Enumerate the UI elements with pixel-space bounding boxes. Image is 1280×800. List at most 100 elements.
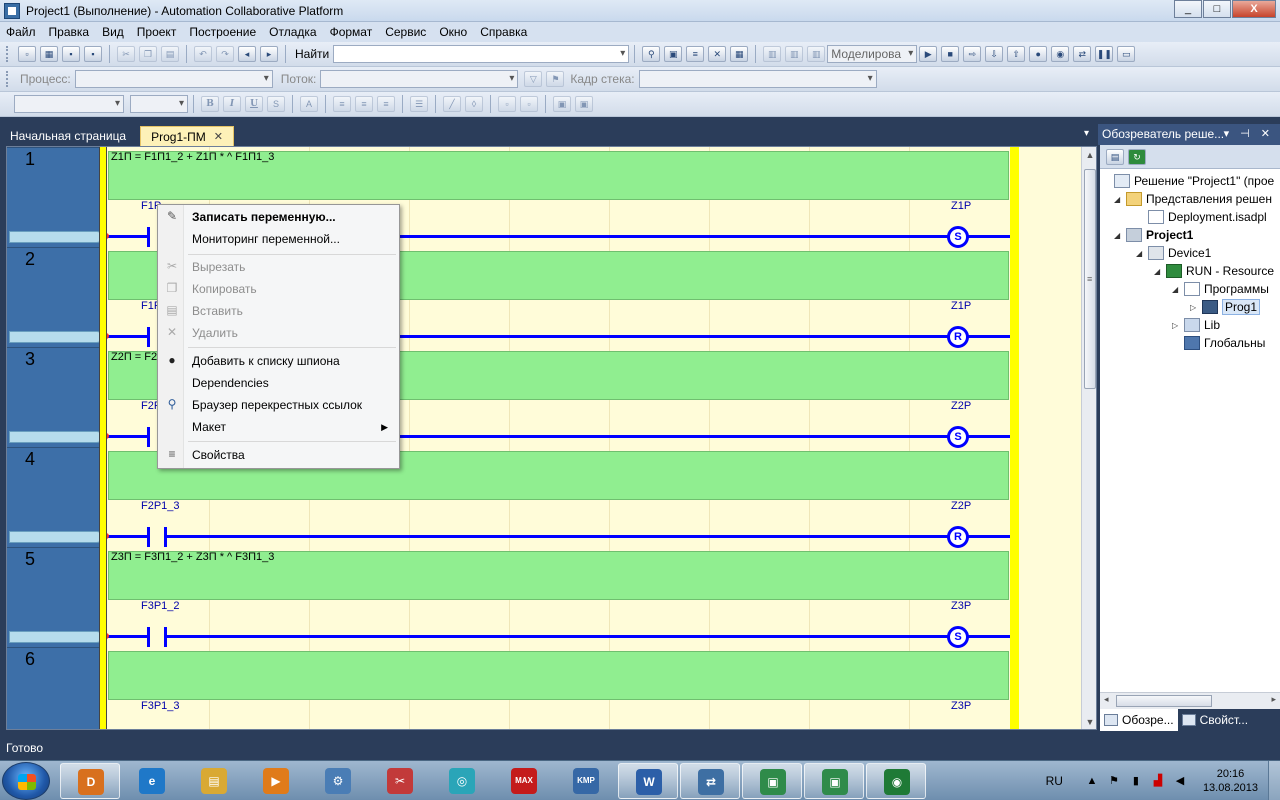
save-icon[interactable]: ▪ (62, 46, 80, 62)
copy-icon[interactable]: ❐ (139, 46, 157, 62)
coil-variable[interactable]: Z3P (951, 700, 971, 712)
close-button[interactable]: X (1232, 0, 1276, 18)
tree-horizontal-scrollbar[interactable]: ◂ ▸ (1100, 692, 1280, 709)
stop-icon[interactable]: ■ (941, 46, 960, 62)
bold-icon[interactable]: B (201, 96, 219, 112)
taskbar-app-button[interactable]: D (60, 763, 120, 799)
menu-window[interactable]: Окно (439, 25, 467, 39)
menu-tools[interactable]: Сервис (385, 25, 426, 39)
pause-icon[interactable]: ❚❚ (1095, 46, 1114, 62)
ladder-network[interactable]: 6 F3P1_3 Z3P (7, 647, 1077, 729)
coil-variable[interactable]: Z1P (951, 200, 971, 212)
find-in-files-icon[interactable]: ⚲ (642, 46, 661, 62)
menu-item-write-variable[interactable]: ✎ Записать переменную... (160, 206, 398, 228)
coil-variable[interactable]: Z2P (951, 500, 971, 512)
taskbar-app-button[interactable]: W (618, 763, 678, 799)
network-handle[interactable] (9, 331, 103, 343)
run-icon[interactable]: ▶ (919, 46, 938, 62)
coil-variable[interactable]: Z2P (951, 400, 971, 412)
process-combo[interactable] (74, 70, 273, 88)
panel-controls[interactable]: ▾ ⊣ ✕ (1224, 124, 1274, 145)
taskbar-app-button[interactable]: ◎ (432, 763, 492, 799)
reset-coil[interactable]: R (947, 526, 969, 548)
menu-edit[interactable]: Правка (49, 25, 90, 39)
network-handle[interactable] (9, 231, 103, 243)
stack-frame-combo[interactable] (638, 70, 877, 88)
contact-variable[interactable]: F3P1_2 (141, 600, 180, 612)
contact-element[interactable] (147, 527, 167, 547)
paste-icon[interactable]: ▤ (161, 46, 179, 62)
contact-variable[interactable]: F2P1_3 (141, 500, 180, 512)
menu-item-layout[interactable]: Макет ▶ (160, 416, 398, 438)
network-handle[interactable] (9, 531, 103, 543)
shape-tool-icon[interactable]: ◊ (465, 96, 483, 112)
align-left-icon[interactable]: ≡ (333, 96, 351, 112)
menu-format[interactable]: Формат (330, 25, 373, 39)
menu-item-delete[interactable]: ✕ Удалить (160, 322, 398, 344)
tree-node-solution[interactable]: Решение "Project1" (прое (1102, 172, 1274, 190)
tree-node-solution-views[interactable]: ◢ Представления решен (1114, 190, 1272, 208)
contact-variable[interactable]: F3P1_3 (141, 700, 180, 712)
window-layout-icon[interactable]: ▦ (730, 46, 749, 62)
reset-icon[interactable]: ▭ (1117, 46, 1136, 62)
tab-solution-explorer[interactable]: Обозре... (1100, 709, 1178, 731)
tab-start-page[interactable]: Начальная страница (0, 126, 136, 146)
taskbar-app-button[interactable]: ▶ (246, 763, 306, 799)
tree-node-globals[interactable]: Глобальны (1172, 334, 1265, 352)
align-right-icon[interactable]: ≡ (377, 96, 395, 112)
scroll-left-icon[interactable]: ◂ (1104, 694, 1109, 705)
scroll-thumb[interactable]: ≡ (1084, 169, 1096, 389)
bring-front-icon[interactable]: ▣ (553, 96, 571, 112)
scroll-thumb[interactable] (1116, 695, 1212, 707)
flag-icon[interactable]: ⚑ (1107, 774, 1121, 788)
filter-icon[interactable]: ▽ (524, 71, 543, 87)
menu-item-properties[interactable]: ≡ Свойства (160, 444, 398, 466)
refresh-icon[interactable]: ↻ (1128, 148, 1146, 165)
properties-icon[interactable]: ▤ (1106, 148, 1124, 165)
save-all-icon[interactable]: ▪ (84, 46, 102, 62)
taskbar-app-button[interactable]: ⇄ (680, 763, 740, 799)
scroll-right-icon[interactable]: ▸ (1271, 694, 1276, 705)
network-icon[interactable]: ▟ (1151, 774, 1165, 788)
properties-window-icon[interactable]: ≡ (686, 46, 705, 62)
send-back-icon[interactable]: ▣ (575, 96, 593, 112)
watch-icon[interactable]: ◉ (1051, 46, 1070, 62)
taskbar-app-button[interactable]: ▣ (804, 763, 864, 799)
menu-help[interactable]: Справка (480, 25, 527, 39)
cut-icon[interactable]: ✂ (117, 46, 135, 62)
step-out-icon[interactable]: ⇧ (1007, 46, 1026, 62)
flag-icon[interactable]: ⚑ (546, 71, 565, 87)
network-handle[interactable] (9, 431, 103, 443)
menu-item-monitor-variable[interactable]: Мониторинг переменной... (160, 228, 398, 250)
find-combo[interactable] (333, 45, 630, 63)
add-item-icon[interactable]: ▦ (40, 46, 58, 62)
italic-icon[interactable]: I (223, 96, 241, 112)
line-tool-icon[interactable]: ╱ (443, 96, 461, 112)
taskbar-app-button[interactable]: ⚙ (308, 763, 368, 799)
navigate-back-icon[interactable]: ◂ (238, 46, 256, 62)
start-button[interactable] (2, 762, 50, 800)
align-objects-icon[interactable]: ▫ (498, 96, 516, 112)
tray-expand-icon[interactable]: ▲ (1085, 774, 1099, 788)
tree-node-lib[interactable]: ▷ Lib (1172, 316, 1220, 334)
menu-item-add-to-watch[interactable]: ● Добавить к списку шпиона (160, 350, 398, 372)
set-coil[interactable]: S (947, 426, 969, 448)
scroll-up-icon[interactable]: ▲ (1082, 147, 1096, 164)
tab-properties[interactable]: Свойст... (1178, 709, 1252, 731)
menu-file[interactable]: Файл (6, 25, 36, 39)
online-icon[interactable]: ⇄ (1073, 46, 1092, 62)
taskbar-app-button[interactable]: e (122, 763, 182, 799)
breakpoint-icon[interactable]: ● (1029, 46, 1048, 62)
navigate-forward-icon[interactable]: ▸ (260, 46, 278, 62)
taskbar-app-button[interactable]: ▤ (184, 763, 244, 799)
simulation-combo[interactable]: Моделирова (827, 45, 918, 63)
deploy-icon[interactable]: ▥ (807, 46, 826, 62)
underline-icon[interactable]: U (245, 96, 263, 112)
taskbar-app-button[interactable]: ✂ (370, 763, 430, 799)
taskbar-app-button[interactable]: ◉ (866, 763, 926, 799)
step-into-icon[interactable]: ⇩ (985, 46, 1004, 62)
taskbar-app-button[interactable]: KMP (556, 763, 616, 799)
tab-prog1[interactable]: Prog1-ПМ ✕ (140, 126, 234, 146)
tree-node-prog1[interactable]: ▷ Prog1 (1190, 298, 1261, 316)
tab-close-icon[interactable]: ✕ (214, 127, 223, 147)
